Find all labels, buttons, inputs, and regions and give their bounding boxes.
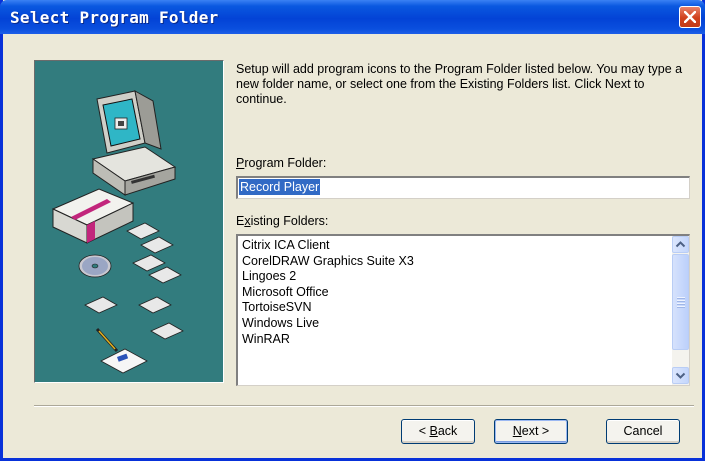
program-folder-value: Record Player bbox=[239, 179, 321, 195]
setup-dialog-window: Select Program Folder Setup will add pro… bbox=[0, 0, 705, 461]
scroll-up-arrow-icon bbox=[675, 241, 686, 248]
scroll-down-arrow-icon bbox=[675, 372, 686, 379]
existing-folders-list[interactable]: Citrix ICA Client CorelDRAW Graphics Suit… bbox=[236, 234, 690, 386]
close-x-icon bbox=[684, 11, 696, 23]
list-scrollbar[interactable] bbox=[672, 236, 689, 385]
folder-list-item[interactable]: Lingoes 2 bbox=[242, 269, 414, 285]
computer-setup-illustration bbox=[51, 90, 184, 374]
close-button[interactable] bbox=[679, 6, 701, 28]
scroll-thumb[interactable] bbox=[672, 254, 689, 350]
back-button[interactable]: < Back bbox=[401, 419, 475, 444]
window-title: Select Program Folder bbox=[10, 8, 219, 27]
existing-folders-label: Existing Folders: bbox=[236, 214, 329, 228]
button-separator bbox=[34, 405, 694, 407]
existing-folders-items: Citrix ICA Client CorelDRAW Graphics Suit… bbox=[242, 238, 414, 347]
scroll-down-button[interactable] bbox=[672, 367, 689, 384]
folder-list-item[interactable]: Citrix ICA Client bbox=[242, 238, 414, 254]
setup-illustration-panel bbox=[34, 60, 224, 383]
folder-list-item[interactable]: TortoiseSVN bbox=[242, 300, 414, 316]
program-folder-input[interactable]: Record Player bbox=[236, 176, 690, 199]
folder-list-item[interactable]: Microsoft Office bbox=[242, 285, 414, 301]
folder-list-item[interactable]: WinRAR bbox=[242, 332, 414, 348]
program-folder-label: Program Folder: bbox=[236, 156, 327, 170]
next-button[interactable]: Next > bbox=[494, 419, 568, 444]
title-bar[interactable]: Select Program Folder bbox=[0, 0, 705, 34]
cancel-button[interactable]: Cancel bbox=[606, 419, 680, 444]
scroll-up-button[interactable] bbox=[672, 236, 689, 253]
folder-list-item[interactable]: CorelDRAW Graphics Suite X3 bbox=[242, 254, 414, 270]
folder-list-item[interactable]: Windows Live bbox=[242, 316, 414, 332]
instructions-text: Setup will add program icons to the Prog… bbox=[236, 62, 683, 106]
